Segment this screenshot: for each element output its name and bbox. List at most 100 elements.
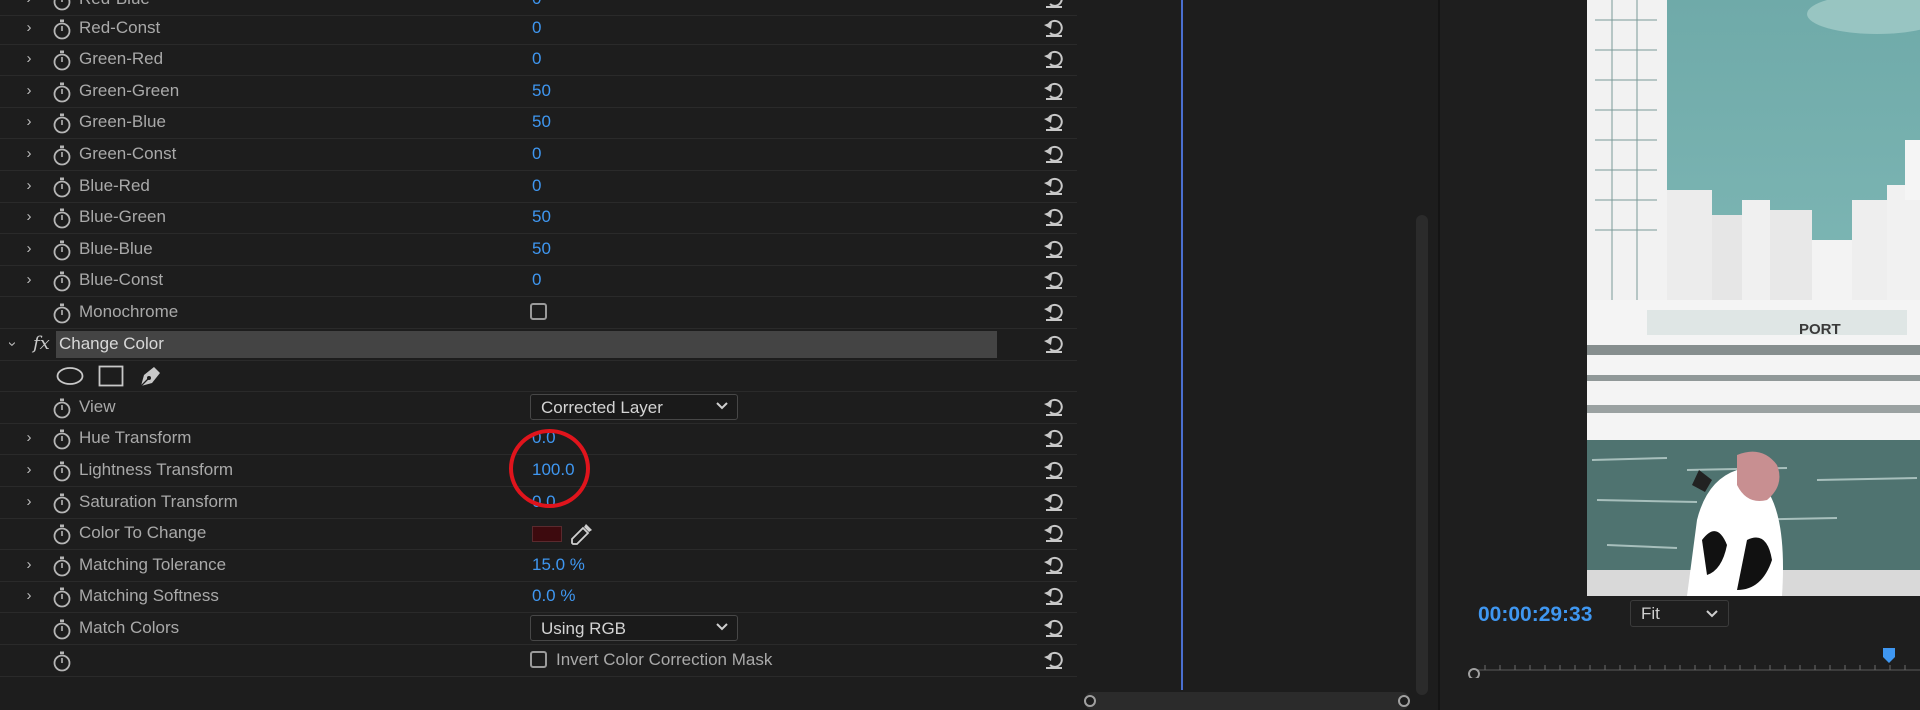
param-value[interactable]: 50: [532, 207, 551, 227]
reset-icon[interactable]: [1043, 238, 1065, 260]
zoom-fit-dropdown[interactable]: Fit: [1630, 600, 1729, 627]
reset-icon[interactable]: [1043, 48, 1065, 70]
reset-icon[interactable]: [1043, 459, 1065, 481]
scroll-handle-left[interactable]: [1084, 695, 1096, 707]
playhead-line[interactable]: [1181, 0, 1183, 690]
monochrome-checkbox[interactable]: [530, 303, 547, 320]
stopwatch-icon[interactable]: [52, 586, 72, 608]
param-value[interactable]: 50: [532, 81, 551, 101]
ellipse-mask-icon[interactable]: [56, 366, 84, 386]
twirl-chevron-icon[interactable]: ›: [22, 430, 36, 446]
param-value[interactable]: 0: [532, 176, 541, 196]
param-value[interactable]: 50: [532, 239, 551, 259]
monitor-time-ruler[interactable]: [1465, 648, 1920, 678]
twirl-chevron-icon[interactable]: ›: [22, 0, 36, 7]
reset-icon[interactable]: [1043, 554, 1065, 576]
pen-mask-icon[interactable]: [138, 363, 164, 389]
scroll-handle-right[interactable]: [1398, 695, 1410, 707]
param-label: Red-Blue: [79, 0, 150, 9]
twirl-chevron-icon[interactable]: ›: [22, 494, 36, 510]
reset-icon[interactable]: [1043, 17, 1065, 39]
reset-icon[interactable]: [1043, 522, 1065, 544]
effect-timeline-area[interactable]: [1077, 0, 1417, 710]
stopwatch-icon[interactable]: [52, 176, 72, 198]
stopwatch-icon[interactable]: [52, 144, 72, 166]
twirl-chevron-icon[interactable]: ›: [22, 178, 36, 194]
effect-header-bar[interactable]: [56, 331, 997, 358]
param-value[interactable]: 0: [532, 270, 541, 290]
stopwatch-icon[interactable]: [52, 207, 72, 229]
param-row-blue-green: › Blue-Green 50: [0, 202, 1077, 234]
reset-icon[interactable]: [1043, 491, 1065, 513]
twirl-chevron-icon[interactable]: ›: [22, 462, 36, 478]
twirl-chevron-icon[interactable]: ›: [22, 83, 36, 99]
param-value[interactable]: 0: [532, 0, 541, 9]
twirl-chevron-icon[interactable]: ›: [22, 20, 36, 36]
reset-icon[interactable]: [1043, 143, 1065, 165]
fx-icon[interactable]: fx: [33, 333, 50, 354]
twirl-chevron-icon[interactable]: ›: [22, 588, 36, 604]
chevron-down-icon: [716, 623, 728, 631]
stopwatch-icon[interactable]: [52, 460, 72, 482]
stopwatch-icon[interactable]: [52, 81, 72, 103]
stopwatch-icon[interactable]: [52, 18, 72, 40]
param-row-blue-blue: › Blue-Blue 50: [0, 234, 1077, 266]
match-colors-dropdown[interactable]: Using RGB: [530, 615, 738, 641]
twirl-chevron-icon[interactable]: ›: [22, 272, 36, 288]
invert-mask-checkbox[interactable]: [530, 651, 547, 668]
param-value[interactable]: 0.0 %: [532, 586, 575, 606]
view-dropdown[interactable]: Corrected Layer: [530, 394, 738, 420]
twirl-chevron-icon[interactable]: ›: [22, 51, 36, 67]
vertical-scrollbar[interactable]: [1416, 215, 1428, 695]
stopwatch-icon[interactable]: [52, 239, 72, 261]
color-swatch[interactable]: [532, 526, 562, 542]
reset-icon[interactable]: [1043, 269, 1065, 291]
reset-icon[interactable]: [1043, 80, 1065, 102]
param-row-green-const: › Green-Const 0: [0, 139, 1077, 171]
stopwatch-icon[interactable]: [52, 555, 72, 577]
stopwatch-icon[interactable]: [52, 523, 72, 545]
reset-icon[interactable]: [1043, 301, 1065, 323]
reset-icon[interactable]: [1043, 427, 1065, 449]
stopwatch-icon[interactable]: [52, 428, 72, 450]
playhead-marker-icon[interactable]: [1883, 648, 1895, 663]
stopwatch-icon[interactable]: [52, 492, 72, 514]
timeline-zoom-scrollbar[interactable]: [1084, 692, 1410, 710]
twirl-chevron-icon[interactable]: ›: [22, 557, 36, 573]
stopwatch-icon[interactable]: [52, 618, 72, 640]
effect-header-change-color[interactable]: › fx Change Color: [0, 329, 1077, 361]
rectangle-mask-icon[interactable]: [98, 365, 124, 387]
effect-controls-panel: › Red-Blue 0 › Red-Const 0 › Green-Red 0…: [0, 0, 1077, 710]
stopwatch-icon[interactable]: [52, 0, 72, 11]
twirl-expanded-icon[interactable]: ›: [4, 337, 21, 351]
ruler-start-handle[interactable]: [1468, 668, 1480, 678]
param-value[interactable]: 15.0 %: [532, 555, 585, 575]
reset-icon[interactable]: [1043, 396, 1065, 418]
reset-icon[interactable]: [1043, 617, 1065, 639]
reset-icon[interactable]: [1043, 333, 1065, 355]
playhead-timecode[interactable]: 00:00:29:33: [1478, 603, 1592, 627]
reset-icon[interactable]: [1043, 206, 1065, 228]
eyedropper-icon[interactable]: [570, 522, 594, 546]
reset-icon[interactable]: [1043, 175, 1065, 197]
stopwatch-icon[interactable]: [52, 397, 72, 419]
stopwatch-icon[interactable]: [52, 650, 72, 672]
twirl-chevron-icon[interactable]: ›: [22, 209, 36, 225]
stopwatch-icon[interactable]: [52, 112, 72, 134]
param-row-matching-tolerance: › Matching Tolerance 15.0 %: [0, 550, 1077, 582]
ruler-ticks: [1484, 665, 1906, 670]
param-value[interactable]: 0: [532, 49, 541, 69]
reset-icon[interactable]: [1043, 0, 1065, 10]
stopwatch-icon[interactable]: [52, 302, 72, 324]
reset-icon[interactable]: [1043, 585, 1065, 607]
reset-icon[interactable]: [1043, 649, 1065, 671]
param-value[interactable]: 50: [532, 112, 551, 132]
twirl-chevron-icon[interactable]: ›: [22, 146, 36, 162]
param-value[interactable]: 0: [532, 18, 541, 38]
stopwatch-icon[interactable]: [52, 49, 72, 71]
twirl-chevron-icon[interactable]: ›: [22, 114, 36, 130]
reset-icon[interactable]: [1043, 111, 1065, 133]
stopwatch-icon[interactable]: [52, 270, 72, 292]
param-value[interactable]: 0: [532, 144, 541, 164]
twirl-chevron-icon[interactable]: ›: [22, 241, 36, 257]
